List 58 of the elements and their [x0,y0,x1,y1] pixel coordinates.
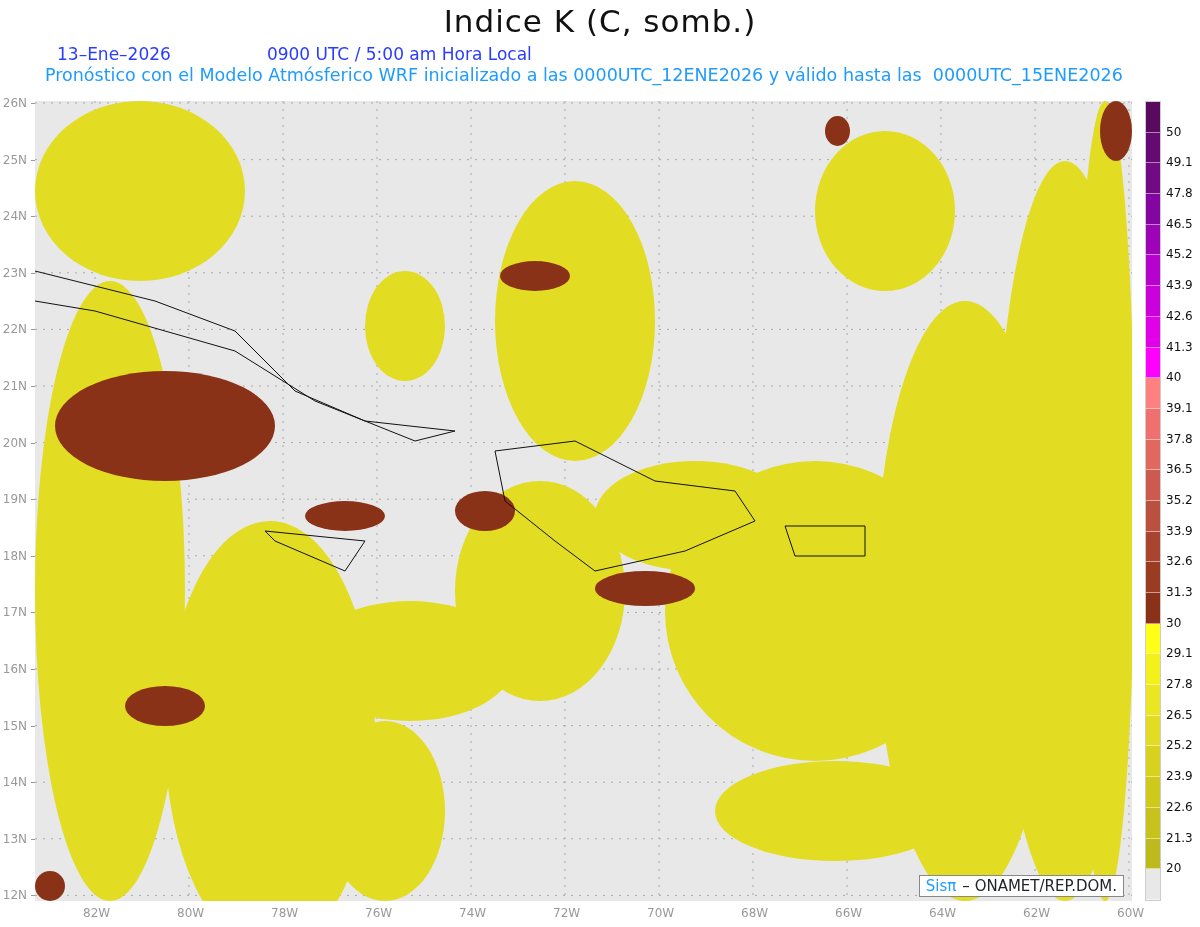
scale-label: 45.2 [1166,248,1193,261]
latitude-label: 19N [2,493,35,506]
latitude-label: 22N [2,323,35,336]
scale-label: 30 [1166,616,1182,629]
latitude-label: 17N [2,606,35,619]
latitude-label: 23N [2,266,35,279]
scale-label: 29.1 [1166,647,1193,660]
latitude-label: 21N [2,380,35,392]
scale-label: 39.1 [1166,401,1193,414]
date-text: 13–Ene–2026 [57,46,171,63]
subtitle-text: Pronóstico con el Modelo Atmósferico WRF inicializado a las 0000UTC_12ENE2026 y válido hasta las 0000UTC_15ENE2026 [45,65,1123,85]
scale-label: 46.5 [1166,217,1193,230]
logo-text: Sisπ [925,877,957,894]
scale-label: 49.1 [1166,156,1193,169]
longitude-label: 62W [1023,907,1051,919]
scale-label: 26.5 [1166,708,1193,721]
longitude-label: 76W [365,907,393,919]
latitude-label: 13N [2,832,35,845]
longitude-label: 64W [929,907,957,919]
latitude-label: 20N [2,436,35,449]
scale-label: 41.3 [1166,340,1193,353]
latitude-label: 25N [2,153,35,166]
latitude-label: 14N [2,776,35,789]
longitude-label: 74W [459,907,487,919]
latitude-label: 12N [2,889,35,902]
scale-label: 22.6 [1166,800,1193,813]
scale-label: 37.8 [1166,432,1193,445]
scale-label: 25.2 [1166,739,1193,752]
scale-label: 23.9 [1166,770,1193,783]
longitude-label: 72W [553,907,581,919]
longitude-label: 68W [741,907,769,919]
longitude-label: 80W [177,907,205,919]
longitude-label: 70W [647,907,675,919]
scale-label: 40 [1166,371,1182,384]
scale-label: 35.2 [1166,493,1193,506]
scale-label: 47.8 [1166,187,1193,200]
latitude-label: 24N [2,210,35,223]
latitude-label: 18N [2,549,35,562]
latitude-label: 15N [2,719,35,732]
longitude-label: 78W [271,907,299,919]
scale-label: 33.9 [1166,524,1193,537]
scale-label: 21.3 [1166,831,1193,844]
longitude-label: 66W [835,907,863,919]
latitude-label: 26N [2,97,35,109]
longitude-label: 60W [1117,907,1145,919]
credit-text: – ONAMET/REP.DOM. [962,877,1117,894]
longitude-label: 82W [83,907,111,919]
time-text: 0900 UTC / 5:00 am Hora Local [266,46,532,63]
latitude-label: 16N [2,663,35,675]
scale-label: 43.9 [1166,279,1193,292]
scale-label: 36.5 [1166,463,1193,476]
scale-label: 20 [1166,862,1182,875]
scale-label: 42.6 [1166,309,1193,322]
scale-label: 31.3 [1166,586,1193,598]
scale-label: 32.6 [1166,555,1193,568]
map-title: Indice K (C, somb.) [442,2,758,37]
scale-label: 50 [1166,125,1182,138]
scale-label: 27.8 [1166,678,1193,691]
